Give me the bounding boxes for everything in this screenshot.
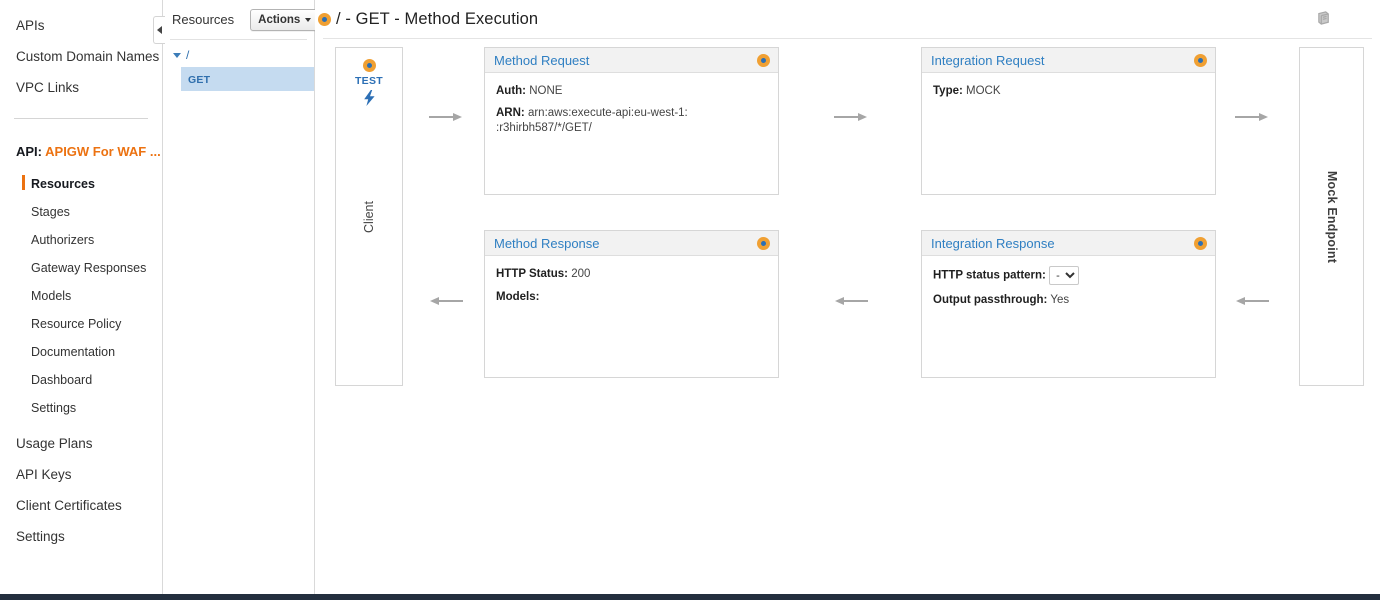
integration-response-passthrough-key: Output passthrough:	[933, 294, 1047, 306]
method-request-arn-part2: :r3hirbh587/*/GET/	[496, 122, 592, 134]
arrow-right-icon	[834, 111, 868, 123]
api-label: API: APIGW For WAF ...	[0, 144, 162, 159]
arrow-right-icon	[429, 111, 463, 123]
nav-divider	[14, 118, 148, 119]
method-request-title[interactable]: Method Request	[494, 53, 589, 68]
resources-panel-header: Resources Actions	[163, 0, 314, 39]
method-response-status-value: 200	[571, 268, 590, 280]
integration-request-type-row: Type: MOCK	[933, 83, 1205, 99]
method-request-auth-key: Auth:	[496, 85, 526, 97]
nav-item-authorizers[interactable]: Authorizers	[0, 226, 162, 254]
nav-item-resource-policy[interactable]: Resource Policy	[0, 310, 162, 338]
tree-node-method-get-label: GET	[188, 74, 210, 86]
integration-response-title[interactable]: Integration Response	[931, 236, 1055, 251]
method-request-arn-row: ARN: arn:aws:execute-api:eu-west-1::r3hi…	[496, 106, 768, 136]
method-response-card-body: HTTP Status: 200 Models:	[485, 256, 778, 305]
resource-tree: / GET	[163, 40, 314, 91]
left-navigation: APIs Custom Domain Names VPC Links API: …	[0, 0, 163, 594]
method-response-models-key: Models:	[496, 291, 539, 303]
caret-down-icon[interactable]	[173, 53, 181, 58]
api-name[interactable]: APIGW For WAF ...	[45, 144, 161, 159]
main-content: / - GET - Method Execution	[315, 0, 1380, 594]
client-status-dot-icon	[363, 59, 376, 72]
main-header: / - GET - Method Execution	[315, 0, 1380, 39]
footer-bar	[0, 594, 1380, 600]
nav-item-gateway-responses[interactable]: Gateway Responses	[0, 254, 162, 282]
integration-response-status-pattern-row: HTTP status pattern: -	[933, 266, 1205, 285]
test-button[interactable]: TEST	[336, 59, 402, 111]
method-response-card-header: Method Response	[485, 231, 778, 256]
method-status-dot-icon	[318, 13, 331, 26]
endpoint-label: Mock Endpoint	[1325, 170, 1339, 262]
arrow-left-icon	[429, 295, 463, 307]
resources-panel: Resources Actions / GET	[163, 0, 315, 594]
actions-button-label: Actions	[258, 14, 300, 26]
nav-item-resources[interactable]: Resources	[0, 170, 162, 198]
breadcrumb: / - GET - Method Execution	[318, 10, 538, 29]
integration-response-card[interactable]: Integration Response HTTP status pattern…	[921, 230, 1216, 378]
nav-item-stages[interactable]: Stages	[0, 198, 162, 226]
tree-node-root[interactable]: /	[163, 46, 314, 64]
tree-node-root-label: /	[186, 48, 189, 62]
integration-response-passthrough-value: Yes	[1050, 294, 1069, 306]
nav-item-dashboard[interactable]: Dashboard	[0, 366, 162, 394]
actions-button[interactable]: Actions	[250, 9, 319, 31]
panel-collapse-button[interactable]	[153, 16, 165, 44]
page-title: / - GET - Method Execution	[336, 10, 538, 29]
arrow-left-icon	[834, 295, 868, 307]
nav-item-settings-api[interactable]: Settings	[0, 394, 162, 422]
nav-item-api-keys[interactable]: API Keys	[0, 459, 162, 490]
method-response-status-dot-icon	[757, 237, 770, 250]
arrow-right-icon	[1235, 111, 1269, 123]
test-label: TEST	[355, 75, 383, 87]
integration-request-card[interactable]: Integration Request Type: MOCK	[921, 47, 1216, 195]
api-label-prefix: API:	[16, 144, 42, 159]
integration-response-status-dot-icon	[1194, 237, 1207, 250]
client-column: TEST Client	[335, 47, 403, 386]
integration-request-title[interactable]: Integration Request	[931, 53, 1044, 68]
nav-item-settings-global[interactable]: Settings	[0, 521, 162, 552]
method-request-card[interactable]: Method Request Auth: NONE ARN: arn:aws:e…	[484, 47, 779, 195]
method-request-arn-key: ARN:	[496, 107, 525, 119]
integration-request-type-value: MOCK	[966, 85, 1001, 97]
method-response-status-row: HTTP Status: 200	[496, 266, 768, 282]
method-request-arn-part1: arn:aws:execute-api:eu-west-1:	[528, 107, 688, 119]
nav-item-custom-domain-names[interactable]: Custom Domain Names	[0, 41, 162, 72]
method-request-status-dot-icon	[757, 54, 770, 67]
method-response-title[interactable]: Method Response	[494, 236, 600, 251]
integration-response-status-pattern-key: HTTP status pattern:	[933, 270, 1046, 282]
resources-panel-title: Resources	[172, 12, 234, 27]
arrow-left-icon	[1235, 295, 1269, 307]
integration-response-card-header: Integration Response	[922, 231, 1215, 256]
nav-item-models[interactable]: Models	[0, 282, 162, 310]
integration-request-type-key: Type:	[933, 85, 963, 97]
tree-node-method-get[interactable]: GET	[181, 67, 314, 91]
chevron-left-icon	[157, 26, 162, 34]
integration-response-passthrough-row: Output passthrough: Yes	[933, 292, 1205, 308]
endpoint-column: Mock Endpoint	[1299, 47, 1364, 386]
method-response-status-key: HTTP Status:	[496, 268, 568, 280]
method-request-card-body: Auth: NONE ARN: arn:aws:execute-api:eu-w…	[485, 73, 778, 136]
lightning-bolt-icon	[363, 90, 376, 111]
nav-item-documentation[interactable]: Documentation	[0, 338, 162, 366]
nav-item-client-certificates[interactable]: Client Certificates	[0, 490, 162, 521]
nav-item-apis[interactable]: APIs	[0, 10, 162, 41]
integration-response-card-body: HTTP status pattern: - Output passthroug…	[922, 256, 1215, 308]
method-request-auth-row: Auth: NONE	[496, 83, 768, 99]
method-request-card-header: Method Request	[485, 48, 778, 73]
chevron-down-icon	[305, 18, 311, 22]
integration-request-card-body: Type: MOCK	[922, 73, 1215, 99]
method-response-models-row: Models:	[496, 289, 768, 305]
status-pattern-select[interactable]: -	[1049, 266, 1079, 285]
integration-request-status-dot-icon	[1194, 54, 1207, 67]
client-label: Client	[362, 201, 376, 233]
method-execution-flow-diagram: TEST Client	[315, 39, 1380, 594]
nav-item-vpc-links[interactable]: VPC Links	[0, 72, 162, 103]
method-response-card[interactable]: Method Response HTTP Status: 200 Models:	[484, 230, 779, 378]
method-request-auth-value: NONE	[529, 85, 562, 97]
api-gateway-console: APIs Custom Domain Names VPC Links API: …	[0, 0, 1380, 600]
nav-item-usage-plans[interactable]: Usage Plans	[0, 428, 162, 459]
book-icon[interactable]	[1312, 7, 1334, 29]
integration-request-card-header: Integration Request	[922, 48, 1215, 73]
